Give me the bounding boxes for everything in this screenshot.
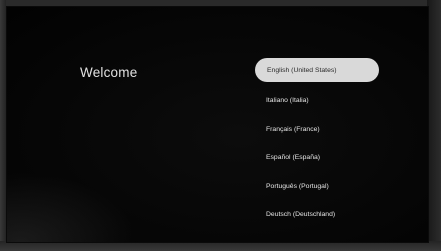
tv-photo: Welcome English (United States) Italiano… bbox=[0, 0, 441, 251]
tv-screen: Welcome English (United States) Italiano… bbox=[6, 6, 429, 243]
language-option-deutsch[interactable]: Deutsch (Deutschland) bbox=[255, 201, 379, 230]
language-option-portugues[interactable]: Português (Portugal) bbox=[255, 172, 379, 201]
welcome-title: Welcome bbox=[80, 65, 138, 80]
language-option-espanol[interactable]: Español (España) bbox=[255, 144, 379, 173]
screen-reflection bbox=[7, 172, 137, 242]
language-option-english[interactable]: English (United States) bbox=[255, 58, 379, 82]
tv-bezel-right bbox=[427, 0, 441, 251]
language-option-francais[interactable]: Français (France) bbox=[255, 115, 379, 144]
language-list: English (United States) Italiano (Italia… bbox=[255, 58, 379, 229]
language-option-italiano[interactable]: Italiano (Italia) bbox=[255, 87, 379, 116]
